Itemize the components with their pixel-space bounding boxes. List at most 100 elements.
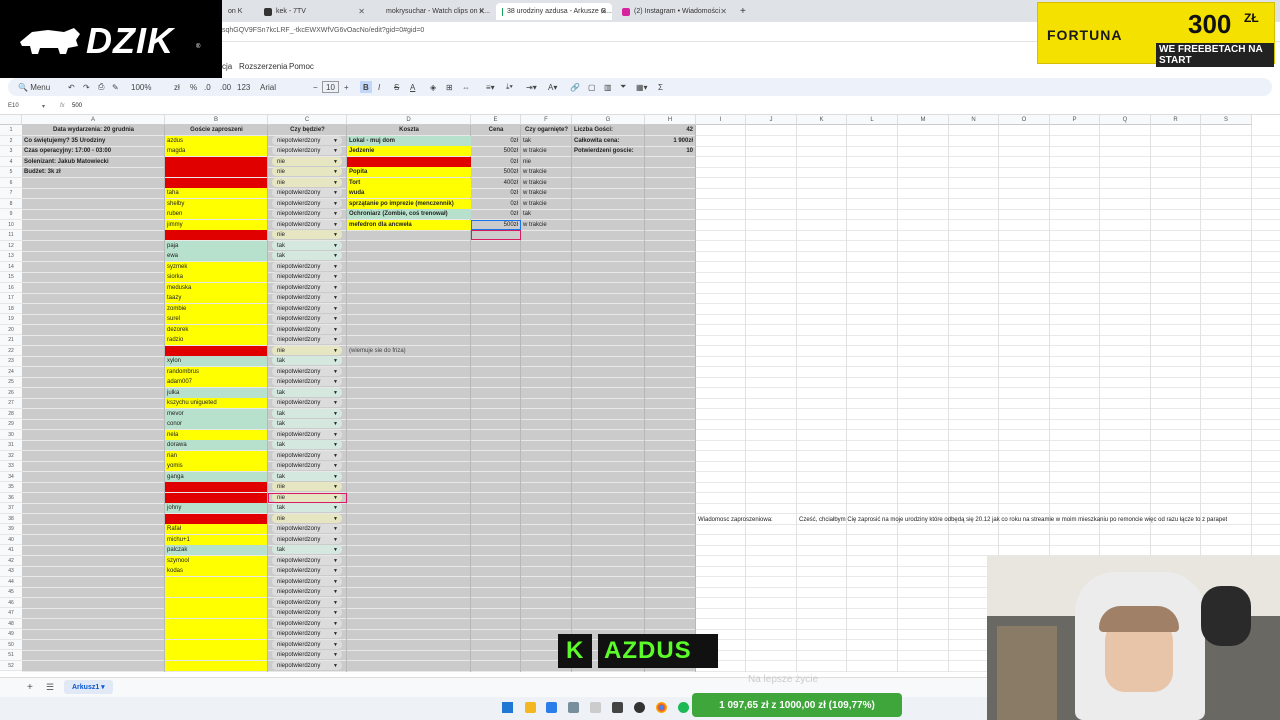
column-header-a[interactable]: A <box>22 115 165 125</box>
bold-button[interactable]: B <box>360 81 372 93</box>
guest-name-cell[interactable]: ewa <box>165 251 267 261</box>
row-header[interactable]: 29 <box>0 419 22 430</box>
guest-name-cell[interactable]: meduska <box>165 282 267 293</box>
new-tab-button[interactable]: + <box>734 3 748 20</box>
chevron-down-icon[interactable]: ▼ <box>333 577 338 586</box>
guest-name-cell[interactable]: dorawa <box>165 440 267 450</box>
guest-name-cell[interactable]: siorka <box>165 272 267 282</box>
close-icon[interactable]: ✕ <box>478 7 485 16</box>
row-header[interactable]: 25 <box>0 377 22 388</box>
attendance-dropdown[interactable]: niepotwierdzony ▼ <box>272 146 342 155</box>
decrease-decimal-button[interactable]: .0 <box>204 81 211 93</box>
cost-status-cell[interactable]: w trakcie <box>521 178 572 188</box>
attendance-dropdown[interactable]: niepotwierdzony ▼ <box>272 429 342 439</box>
guest-name-cell[interactable]: Rafał <box>165 524 267 534</box>
windows-start-icon[interactable] <box>502 702 513 713</box>
corner-cell[interactable] <box>0 115 22 125</box>
chevron-down-icon[interactable]: ▼ <box>333 587 338 596</box>
attendance-dropdown[interactable]: niepotwierdzony ▼ <box>272 597 342 607</box>
attendance-dropdown[interactable]: niepotwierdzony ▼ <box>272 534 342 544</box>
cost-status-cell[interactable]: w trakcie <box>521 199 572 209</box>
obs-icon[interactable] <box>634 702 645 713</box>
tab-3[interactable]: 38 urodziny azdusa - Arkusze G... ✕ <box>496 3 612 20</box>
column-header-c[interactable]: C <box>268 115 347 125</box>
cost-price-cell[interactable]: 400zł <box>471 178 521 188</box>
row-header[interactable]: 44 <box>0 576 22 587</box>
guest-name-cell[interactable]: yomis <box>165 461 267 471</box>
guest-name-cell[interactable]: syzmek <box>165 261 267 272</box>
guest-name-cell[interactable]: szymool <box>165 555 267 566</box>
column-header-g[interactable]: G <box>572 115 645 125</box>
row-header[interactable]: 1 <box>0 125 22 136</box>
filter-icon[interactable]: ⏷ <box>620 81 626 93</box>
add-sheet-button[interactable]: + <box>27 682 33 693</box>
column-header-p[interactable]: P <box>1050 115 1100 125</box>
chevron-down-icon[interactable]: ▼ <box>333 377 338 386</box>
attendance-dropdown[interactable]: niepotwierdzony ▼ <box>272 587 342 596</box>
row-header[interactable]: 20 <box>0 324 22 335</box>
row-header[interactable]: 34 <box>0 471 22 482</box>
row-header[interactable]: 12 <box>0 240 22 251</box>
cost-status-cell[interactable]: w trakcie <box>521 146 572 156</box>
cost-item-cell[interactable]: Tort <box>347 177 471 188</box>
row-header[interactable]: 35 <box>0 482 22 493</box>
chevron-down-icon[interactable]: ▼ <box>333 398 338 407</box>
menu-item-rozszerzenia[interactable]: Rozszerzenia <box>239 62 287 71</box>
sheet-tab-arkusz1[interactable]: Arkusz1 ▾ <box>64 680 113 694</box>
search-icon[interactable]: 🔍 Menu <box>18 81 50 93</box>
increase-font-size-button[interactable]: + <box>344 81 349 93</box>
app-icon[interactable] <box>590 702 601 713</box>
chevron-down-icon[interactable]: ▼ <box>333 314 338 323</box>
chevron-down-icon[interactable]: ▼ <box>333 419 338 428</box>
close-icon[interactable]: ✕ <box>358 7 365 16</box>
chevron-down-icon[interactable]: ▼ <box>333 440 338 449</box>
invite-label-cell[interactable]: Wiadomosc zaproszeniowa: <box>696 515 796 525</box>
guest-name-cell[interactable] <box>165 587 267 597</box>
header-attendance[interactable]: Czy będzie? <box>268 125 347 135</box>
row-header[interactable]: 40 <box>0 534 22 545</box>
cost-status-cell[interactable]: nie <box>521 157 572 167</box>
guest-name-cell[interactable]: magda <box>165 146 267 156</box>
attendance-dropdown[interactable]: niepotwierdzony ▼ <box>272 650 342 659</box>
chevron-down-icon[interactable]: ▼ <box>333 346 338 355</box>
attendance-dropdown[interactable]: tak ▼ <box>272 240 342 250</box>
column-header-b[interactable]: B <box>165 115 268 125</box>
row-header[interactable]: 43 <box>0 566 22 577</box>
link-icon[interactable]: 🔗 <box>570 81 580 93</box>
filter-views-icon[interactable]: ▦▾ <box>636 81 648 93</box>
row-header[interactable]: 13 <box>0 251 22 262</box>
chevron-down-icon[interactable]: ▼ <box>333 608 338 617</box>
chevron-down-icon[interactable]: ▾ <box>42 103 45 110</box>
cost-item-cell[interactable]: wuda <box>347 188 471 198</box>
row-header[interactable]: 14 <box>0 261 22 272</box>
chevron-down-icon[interactable]: ▼ <box>333 209 338 218</box>
chevron-down-icon[interactable]: ▼ <box>333 251 338 260</box>
chevron-down-icon[interactable]: ▼ <box>333 272 338 281</box>
column-header-h[interactable]: H <box>645 115 696 125</box>
attendance-dropdown[interactable]: nie ▼ <box>272 513 342 523</box>
guest-name-cell[interactable]: randombrus <box>165 366 267 377</box>
redo-icon[interactable]: ↷ <box>83 81 90 93</box>
font-select[interactable]: Arial <box>260 81 276 93</box>
row-header[interactable]: 5 <box>0 167 22 178</box>
attendance-dropdown[interactable]: niepotwierdzony ▼ <box>272 198 342 208</box>
attendance-dropdown[interactable]: nie ▼ <box>272 230 342 239</box>
guest-name-cell[interactable]: radzio <box>165 335 267 345</box>
guest-name-cell[interactable]: conor <box>165 419 267 429</box>
row-header[interactable]: 8 <box>0 198 22 209</box>
guest-name-cell[interactable] <box>165 576 267 587</box>
chevron-down-icon[interactable]: ▼ <box>333 640 338 649</box>
attendance-dropdown[interactable]: tak ▼ <box>272 471 342 481</box>
row-header[interactable]: 28 <box>0 408 22 419</box>
chevron-down-icon[interactable]: ▼ <box>333 482 338 491</box>
header-ready[interactable]: Czy ogarnięte? <box>521 125 572 135</box>
row-header[interactable]: 36 <box>0 492 22 503</box>
guest-name-cell[interactable] <box>165 513 267 524</box>
info-cell[interactable]: Data wydarzenia: 20 grudnia <box>22 125 165 135</box>
borders-icon[interactable]: ⊞ <box>446 81 453 93</box>
row-header[interactable]: 9 <box>0 209 22 220</box>
row-header[interactable]: 31 <box>0 440 22 451</box>
spotify-icon[interactable] <box>678 702 689 713</box>
attendance-dropdown[interactable]: niepotwierdzony ▼ <box>272 639 342 649</box>
guest-name-cell[interactable] <box>165 230 267 240</box>
